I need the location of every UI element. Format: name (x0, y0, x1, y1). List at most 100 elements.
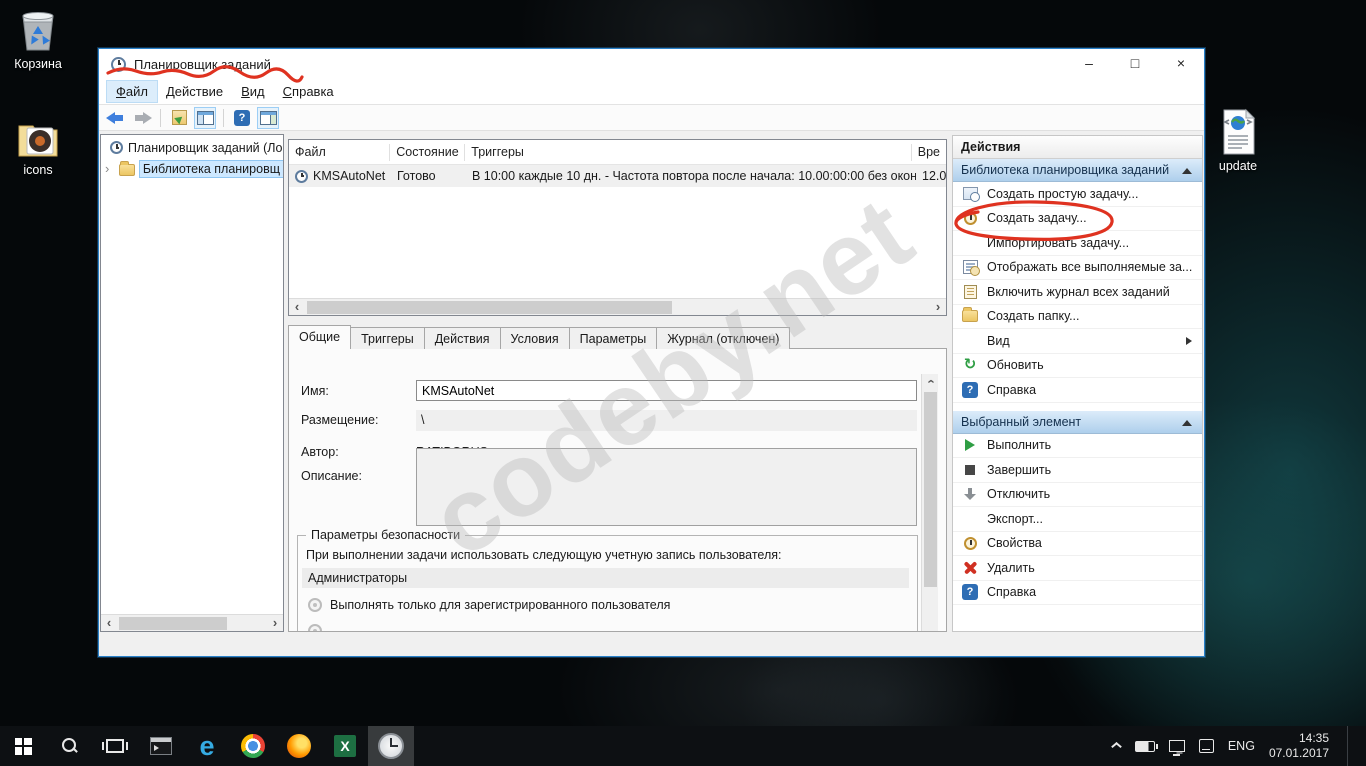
help-icon (962, 584, 978, 600)
action-display-running-tasks[interactable]: Отображать все выполняемые за... (953, 256, 1202, 281)
submenu-arrow-icon (1186, 337, 1192, 345)
tab-history[interactable]: Журнал (отключен) (656, 327, 790, 349)
taskbar-chrome[interactable] (230, 726, 276, 766)
radio-icon[interactable] (308, 598, 322, 612)
disable-icon (963, 487, 977, 501)
taskbar-excel[interactable]: X (322, 726, 368, 766)
task-scheduler-app-icon (111, 57, 126, 72)
menu-view[interactable]: Вид (232, 81, 274, 102)
taskbar-search-button[interactable] (46, 726, 92, 766)
action-create-basic-task[interactable]: Создать простую задачу... (953, 182, 1202, 207)
selected-item-group-header[interactable]: Выбранный элемент (953, 411, 1202, 434)
name-input[interactable] (416, 380, 917, 401)
action-view[interactable]: Вид (953, 329, 1202, 354)
show-desktop-button[interactable] (1347, 726, 1352, 766)
scroll-right-icon[interactable] (930, 299, 946, 316)
action-end[interactable]: Завершить (953, 458, 1202, 483)
tree-item-root[interactable]: Планировщик заданий (Лок (101, 137, 283, 158)
taskbar-cmd[interactable] (138, 726, 184, 766)
expander-icon[interactable]: › (105, 161, 114, 176)
menu-help[interactable]: Справка (274, 81, 343, 102)
title-bar[interactable]: Планировщик заданий (99, 49, 1204, 79)
menu-file[interactable]: Файл (107, 81, 157, 102)
action-refresh[interactable]: Обновить (953, 354, 1202, 379)
tree-root-label: Планировщик заданий (Лок (128, 141, 284, 155)
action-disable[interactable]: Отключить (953, 483, 1202, 508)
network-icon[interactable] (1169, 740, 1185, 752)
tree-library-label: Библиотека планировщ (140, 161, 283, 177)
scrollbar-thumb[interactable] (307, 301, 672, 314)
radio-icon[interactable] (308, 624, 322, 632)
tab-conditions[interactable]: Условия (500, 327, 570, 349)
task-time: 12.0 (916, 169, 946, 183)
action-new-folder[interactable]: Создать папку... (953, 305, 1202, 330)
show-action-pane-button[interactable] (257, 107, 279, 129)
column-triggers[interactable]: Триггеры (465, 144, 911, 161)
tray-chevron-icon[interactable] (1111, 741, 1121, 751)
close-button[interactable]: × (1158, 49, 1204, 79)
taskbar-edge[interactable]: e (184, 726, 230, 766)
desktop-icon-recycle-bin[interactable]: Корзина (0, 8, 76, 71)
column-state[interactable]: Состояние (390, 144, 465, 161)
tray-clock[interactable]: 14:35 07.01.2017 (1269, 731, 1329, 761)
tab-actions[interactable]: Действия (424, 327, 501, 349)
help-button[interactable] (231, 107, 253, 129)
search-icon (60, 737, 78, 755)
scroll-right-icon[interactable] (267, 615, 283, 632)
start-button[interactable] (0, 726, 46, 766)
console-tree-icon (197, 111, 214, 125)
recycle-bin-icon (15, 8, 61, 54)
column-time[interactable]: Вре (912, 144, 946, 161)
tab-settings[interactable]: Параметры (569, 327, 658, 349)
scrollbar-thumb[interactable] (924, 392, 937, 587)
import-task-icon (172, 110, 187, 125)
import-task-button[interactable] (168, 107, 190, 129)
library-group-header[interactable]: Библиотека планировщика заданий (953, 159, 1202, 182)
description-label: Описание: (301, 469, 362, 483)
desktop-icon-update-file[interactable]: update (1200, 108, 1276, 173)
task-scheduler-window: Планировщик заданий – □ × Файл Действие … (98, 48, 1205, 657)
show-console-tree-button[interactable] (194, 107, 216, 129)
action-import-task[interactable]: Импортировать задачу... (953, 231, 1202, 256)
task-row-kmsautonet[interactable]: KMSAutoNet Готово В 10:00 каждые 10 дн. … (289, 165, 946, 187)
tree-item-library[interactable]: › Библиотека планировщ (101, 158, 283, 179)
scroll-up-icon[interactable] (922, 374, 939, 390)
scroll-left-icon[interactable] (101, 615, 117, 632)
action-create-task[interactable]: Создать задачу... (953, 207, 1202, 232)
delete-icon (963, 560, 978, 575)
action-help[interactable]: Справка (953, 378, 1202, 403)
desktop-icon-icons-folder[interactable]: icons (0, 118, 76, 177)
maximize-button[interactable]: □ (1112, 49, 1158, 79)
menu-action[interactable]: Действие (157, 81, 232, 102)
minimize-button[interactable]: – (1066, 49, 1112, 79)
back-button[interactable] (105, 107, 127, 129)
details-vertical-scrollbar[interactable] (921, 374, 938, 632)
battery-icon[interactable] (1135, 741, 1155, 752)
task-view-button[interactable] (92, 726, 138, 766)
action-delete[interactable]: Удалить (953, 556, 1202, 581)
forward-button[interactable] (131, 107, 153, 129)
tab-triggers[interactable]: Триггеры (350, 327, 425, 349)
column-file[interactable]: Файл (289, 144, 390, 161)
scroll-left-icon[interactable] (289, 299, 305, 316)
action-export[interactable]: Экспорт... (953, 507, 1202, 532)
taskbar-task-scheduler-active[interactable] (368, 726, 414, 766)
tree-horizontal-scrollbar[interactable] (101, 614, 283, 631)
action-enable-task-history[interactable]: Включить журнал всех заданий (953, 280, 1202, 305)
action-center-icon[interactable] (1199, 739, 1214, 753)
run-icon (965, 439, 975, 451)
list-horizontal-scrollbar[interactable] (289, 298, 946, 315)
library-folder-icon (119, 164, 135, 176)
window-title: Планировщик заданий (134, 57, 271, 72)
language-indicator[interactable]: ENG (1228, 739, 1255, 753)
action-properties[interactable]: Свойства (953, 532, 1202, 557)
scrollbar-thumb[interactable] (119, 617, 227, 630)
action-help-selected[interactable]: Справка (953, 581, 1202, 606)
enable-history-icon (964, 285, 977, 299)
tab-general[interactable]: Общие (288, 325, 351, 349)
description-textarea[interactable] (416, 448, 917, 526)
taskbar-firefox[interactable] (276, 726, 322, 766)
action-run[interactable]: Выполнить (953, 434, 1202, 459)
radio-label: Выполнять только для зарегистрированного… (330, 598, 670, 612)
run-only-logged-on-option[interactable]: Выполнять только для зарегистрированного… (308, 598, 670, 612)
